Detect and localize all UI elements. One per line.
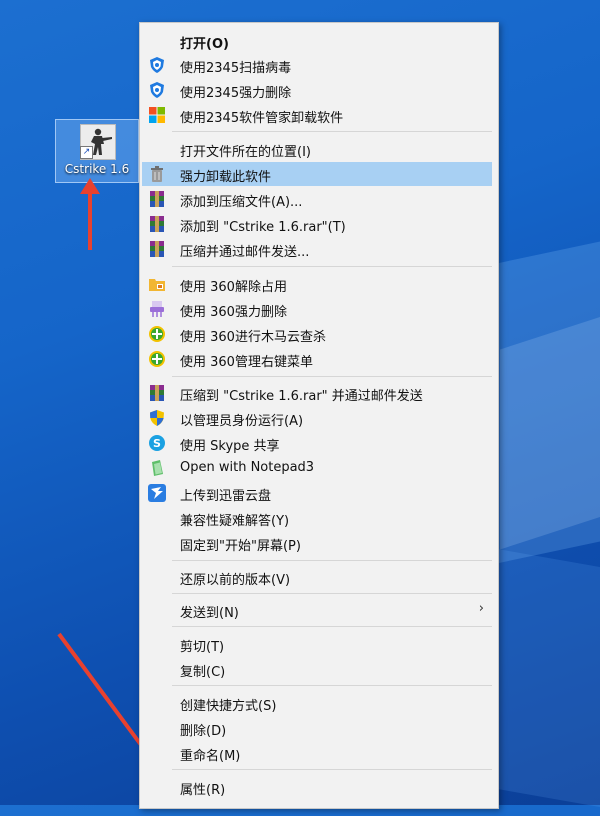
menu-item-force-delete-2345[interactable]: 使用2345强力删除 <box>142 78 492 102</box>
menu-item-scan-virus-2345[interactable]: 使用2345扫描病毒 <box>142 53 492 77</box>
plus-360-icon <box>148 325 166 343</box>
skype-icon: S <box>148 434 166 452</box>
shield-2345-icon <box>148 56 166 74</box>
notepad3-icon <box>148 459 166 477</box>
menu-item-upload-xunlei[interactable]: 上传到迅雷云盘 <box>142 481 492 505</box>
menu-separator <box>172 626 492 627</box>
menu-item-rename[interactable]: 重命名(M) <box>142 741 492 765</box>
winrar-icon <box>148 384 166 402</box>
menu-item-unlock-360[interactable]: 使用 360解除占用 <box>142 272 492 296</box>
menu-item-add-to-rar[interactable]: 添加到 "Cstrike 1.6.rar"(T) <box>142 212 492 236</box>
winrar-icon <box>148 215 166 233</box>
winrar-icon <box>148 190 166 208</box>
annotation-arrow-up <box>80 178 100 250</box>
menu-item-copy[interactable]: 复制(C) <box>142 657 492 681</box>
menu-item-trojan-scan-360[interactable]: 使用 360进行木马云查杀 <box>142 322 492 346</box>
uac-shield-icon <box>148 409 166 427</box>
menu-item-open-file-location[interactable]: 打开文件所在的位置(I) <box>142 137 492 161</box>
winrar-icon <box>148 240 166 258</box>
menu-item-run-as-admin[interactable]: 以管理员身份运行(A) <box>142 406 492 430</box>
svg-text:S: S <box>153 437 161 450</box>
desktop-light-beam <box>500 310 600 550</box>
menu-item-compress-rar-email[interactable]: 压缩到 "Cstrike 1.6.rar" 并通过邮件发送 <box>142 381 492 405</box>
menu-item-open-notepad3[interactable]: Open with Notepad3 <box>142 456 492 480</box>
menu-item-force-delete-360[interactable]: 使用 360强力删除 <box>142 297 492 321</box>
submenu-chevron-icon: › <box>478 601 484 616</box>
menu-separator <box>172 560 492 561</box>
menu-separator <box>172 376 492 377</box>
shortcut-arrow-icon: ↗ <box>80 146 93 159</box>
trash-icon <box>148 165 166 183</box>
menu-separator <box>172 593 492 594</box>
desktop-icon-label: Cstrike 1.6 <box>64 162 130 176</box>
menu-item-uninstall-2345[interactable]: 使用2345软件管家卸载软件 <box>142 103 492 127</box>
context-menu: 打开(O) 使用2345扫描病毒 使用2345强力删除 使用2345软件管家卸载… <box>139 22 499 809</box>
folder-360-icon <box>148 275 166 293</box>
menu-item-add-to-archive[interactable]: 添加到压缩文件(A)... <box>142 187 492 211</box>
shredder-360-icon <box>148 300 166 318</box>
menu-item-cut[interactable]: 剪切(T) <box>142 632 492 656</box>
xunlei-icon <box>148 484 166 502</box>
menu-item-pin-to-start[interactable]: 固定到"开始"屏幕(P) <box>142 531 492 555</box>
menu-item-restore-versions[interactable]: 还原以前的版本(V) <box>142 565 492 589</box>
menu-item-force-uninstall[interactable]: 强力卸载此软件 <box>142 162 492 186</box>
menu-item-manage-menu-360[interactable]: 使用 360管理右键菜单 <box>142 347 492 371</box>
menu-item-open[interactable]: 打开(O) <box>142 29 492 53</box>
menu-separator <box>172 131 492 132</box>
menu-item-create-shortcut[interactable]: 创建快捷方式(S) <box>142 691 492 715</box>
plus-360-icon <box>148 350 166 368</box>
desktop-shortcut-cstrike[interactable]: ↗ Cstrike 1.6 <box>55 119 139 183</box>
menu-separator <box>172 685 492 686</box>
menu-item-send-to[interactable]: 发送到(N) › <box>142 598 492 622</box>
menu-item-share-skype[interactable]: S 使用 Skype 共享 <box>142 431 492 455</box>
menu-separator <box>172 769 492 770</box>
shield-2345-icon <box>148 81 166 99</box>
menu-item-compress-email[interactable]: 压缩并通过邮件发送... <box>142 237 492 261</box>
menu-item-delete[interactable]: 删除(D) <box>142 716 492 740</box>
menu-item-properties[interactable]: 属性(R) <box>142 775 492 799</box>
menu-item-troubleshoot-compat[interactable]: 兼容性疑难解答(Y) <box>142 506 492 530</box>
menu-separator <box>172 266 492 267</box>
windows-tiles-icon <box>148 106 166 124</box>
